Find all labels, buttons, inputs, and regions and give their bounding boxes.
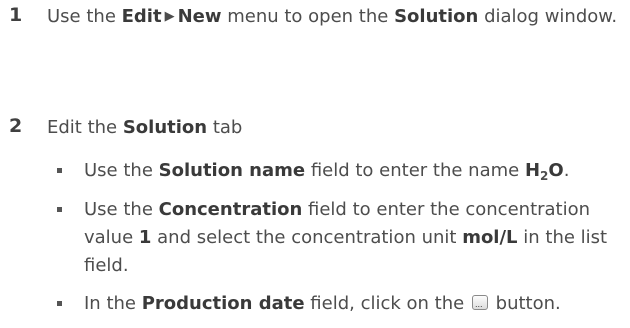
text: button. xyxy=(489,293,561,314)
menu-new: New xyxy=(177,6,222,27)
bullet-icon xyxy=(57,168,62,173)
text: field, click on the xyxy=(304,293,470,314)
list-item: In the Production date field, click on t… xyxy=(47,290,627,318)
menu-arrow-icon: ▶ xyxy=(164,9,175,24)
step-number: 2 xyxy=(9,115,23,137)
formula-subscript: 2 xyxy=(540,169,549,183)
text: field to enter the name xyxy=(305,160,525,181)
dialog-solution: Solution xyxy=(394,6,479,27)
text: Use the xyxy=(47,6,122,27)
step-number: 1 xyxy=(9,4,23,26)
field-solution-name: Solution name xyxy=(158,160,306,181)
step-2-text: Edit the Solution tab xyxy=(47,114,622,142)
text: dialog window. xyxy=(478,6,618,27)
field-concentration: Concentration xyxy=(158,199,303,220)
text: Edit the xyxy=(47,117,123,138)
text: . xyxy=(563,160,570,181)
value-1: 1 xyxy=(138,227,152,248)
formula-h: H xyxy=(524,160,541,181)
ellipsis-button-icon xyxy=(471,295,488,310)
list-item: Use the Concentration field to enter the… xyxy=(47,196,627,280)
text: and select the concentration unit xyxy=(151,227,463,248)
formula-o: O xyxy=(548,160,564,181)
bullet-icon xyxy=(57,301,62,306)
text: menu to open the xyxy=(221,6,395,27)
text: Use the xyxy=(84,160,159,181)
unit-mol-l: mol/L xyxy=(462,227,518,248)
field-production-date: Production date xyxy=(141,293,305,314)
menu-edit: Edit xyxy=(121,6,162,27)
tab-solution: Solution xyxy=(122,117,208,138)
list-item: Use the Solution name field to enter the… xyxy=(47,157,627,186)
text: In the xyxy=(84,293,142,314)
bullet-list: Use the Solution name field to enter the… xyxy=(47,157,627,328)
bullet-icon xyxy=(57,207,62,212)
step-1-text: Use the Edit ▶ New menu to open the Soluti… xyxy=(47,3,622,33)
text: Use the xyxy=(84,199,159,220)
text: tab xyxy=(207,117,243,138)
